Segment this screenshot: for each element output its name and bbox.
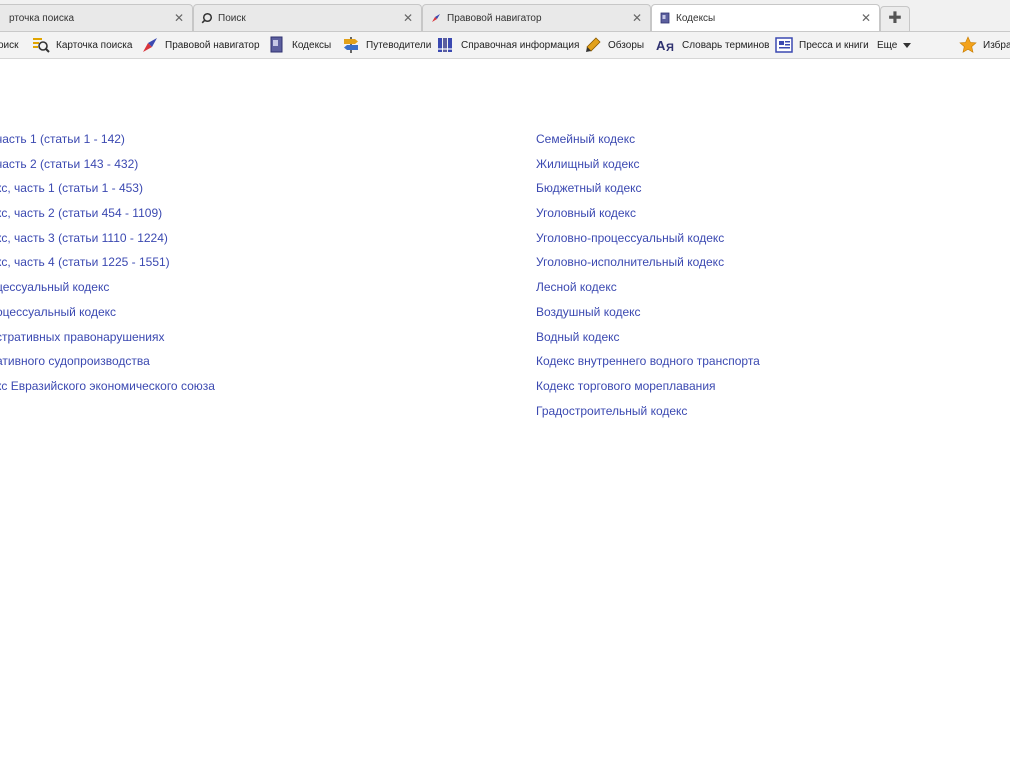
- code-link[interactable]: кс, часть 1 (статьи 1 - 453): [0, 180, 215, 205]
- tab-legal-navigator[interactable]: Правовой навигатор ✕: [422, 4, 651, 31]
- codes-list-right: Семейный кодекс Жилищный кодекс Бюджетны…: [536, 131, 760, 427]
- code-link[interactable]: Бюджетный кодекс: [536, 180, 760, 205]
- code-link[interactable]: Градостроительный кодекс: [536, 403, 760, 428]
- toolbar-reference-button[interactable]: Справочная информация: [437, 32, 579, 58]
- code-link[interactable]: Семейный кодекс: [536, 131, 760, 156]
- tab-close-icon[interactable]: ✕: [861, 11, 871, 25]
- code-link[interactable]: Кодекс торгового мореплавания: [536, 378, 760, 403]
- search-card-icon: [33, 38, 50, 53]
- toolbar-item-label: Путеводители: [366, 39, 432, 51]
- toolbar-press-books-button[interactable]: Пресса и книги: [775, 32, 869, 58]
- tab-strip: рточка поиска ✕ Поиск ✕ Правовой навигат…: [0, 0, 1010, 32]
- toolbar-item-label: Справочная информация: [461, 39, 580, 51]
- code-link[interactable]: часть 2 (статьи 143 - 432): [0, 156, 215, 181]
- tab-codexes[interactable]: Кодексы ✕: [651, 4, 880, 31]
- chevron-down-icon: [903, 42, 912, 48]
- code-link[interactable]: кс, часть 2 (статьи 454 - 1109): [0, 205, 215, 230]
- code-link[interactable]: Кодекс внутреннего водного транспорта: [536, 353, 760, 378]
- toolbar-search-card-button[interactable]: Карточка поиска: [32, 32, 132, 58]
- toolbar-item-label: Правовой навигатор: [165, 39, 260, 51]
- tab-label: Правовой навигатор: [447, 13, 542, 24]
- toolbar-item-label: Обзоры: [608, 39, 645, 51]
- code-link[interactable]: Водный кодекс: [536, 329, 760, 354]
- code-link[interactable]: кс, часть 3 (статьи 1110 - 1224): [0, 230, 215, 255]
- code-link[interactable]: Уголовно-процессуальный кодекс: [536, 230, 760, 255]
- codex-book-icon: [660, 12, 670, 24]
- toolbar-favorites-label: Избра: [983, 39, 1010, 51]
- codex-book-icon: [270, 36, 283, 53]
- code-link[interactable]: кс, часть 4 (статьи 1225 - 1551): [0, 254, 215, 279]
- tab-search-card[interactable]: рточка поиска ✕: [0, 4, 193, 31]
- toolbar-more-button[interactable]: Еще: [877, 32, 912, 58]
- codes-list-left: часть 1 (статьи 1 - 142) часть 2 (статьи…: [0, 131, 215, 403]
- toolbar-more-label: Еще: [877, 39, 898, 51]
- search-icon: [201, 12, 213, 24]
- toolbar-item-label: Пресса и книги: [799, 39, 869, 51]
- toolbar-item-label: Карточка поиска: [56, 39, 133, 51]
- star-icon: [959, 36, 977, 53]
- pen-icon: [586, 37, 601, 52]
- compass-icon: [143, 38, 157, 52]
- toolbar-legal-navigator-button[interactable]: Правовой навигатор: [141, 32, 260, 58]
- toolbar-reviews-button[interactable]: Обзоры: [584, 32, 644, 58]
- tab-close-icon[interactable]: ✕: [174, 11, 184, 25]
- newspaper-icon: [775, 37, 793, 53]
- tab-label: Кодексы: [676, 13, 716, 24]
- code-link[interactable]: цессуальный кодекс: [0, 279, 215, 304]
- tab-close-icon[interactable]: ✕: [403, 11, 413, 25]
- toolbar-guides-button[interactable]: Путеводители: [342, 32, 431, 58]
- tab-label: Поиск: [218, 13, 246, 24]
- reference-books-icon: [438, 38, 452, 52]
- svg-text:Я: Я: [666, 42, 674, 54]
- svg-text:A: A: [656, 38, 666, 53]
- tab-label: рточка поиска: [9, 13, 75, 24]
- dictionary-icon: A Я: [656, 38, 674, 54]
- toolbar-search-button[interactable]: оиск: [0, 32, 19, 58]
- code-link[interactable]: Жилищный кодекс: [536, 156, 760, 181]
- new-tab-button[interactable]: ✚: [880, 6, 910, 31]
- tab-close-icon[interactable]: ✕: [632, 11, 642, 25]
- code-link[interactable]: Уголовный кодекс: [536, 205, 760, 230]
- toolbar-codexes-button[interactable]: Кодексы: [268, 32, 331, 58]
- tab-search[interactable]: Поиск ✕: [193, 4, 422, 31]
- code-link[interactable]: Уголовно-исполнительный кодекс: [536, 254, 760, 279]
- code-link[interactable]: оцессуальный кодекс: [0, 304, 215, 329]
- toolbar-item-label: Кодексы: [292, 39, 332, 51]
- code-link[interactable]: часть 1 (статьи 1 - 142): [0, 131, 215, 156]
- code-link[interactable]: Воздушный кодекс: [536, 304, 760, 329]
- toolbar-dictionary-button[interactable]: A Я Словарь терминов: [656, 32, 770, 58]
- toolbar-favorites-button[interactable]: Избра: [959, 32, 1010, 58]
- signpost-icon: [344, 37, 358, 53]
- toolbar-item-label: оиск: [0, 39, 19, 51]
- code-link[interactable]: Лесной кодекс: [536, 279, 760, 304]
- code-link[interactable]: ативного судопроизводства: [0, 353, 215, 378]
- compass-icon: [432, 14, 440, 22]
- code-link[interactable]: стративных правонарушениях: [0, 329, 215, 354]
- code-link[interactable]: кс Евразийского экономического союза: [0, 378, 215, 403]
- main-toolbar: оиск Карточка поиска Правовой навигатор …: [0, 32, 1010, 59]
- toolbar-item-label: Словарь терминов: [682, 39, 770, 51]
